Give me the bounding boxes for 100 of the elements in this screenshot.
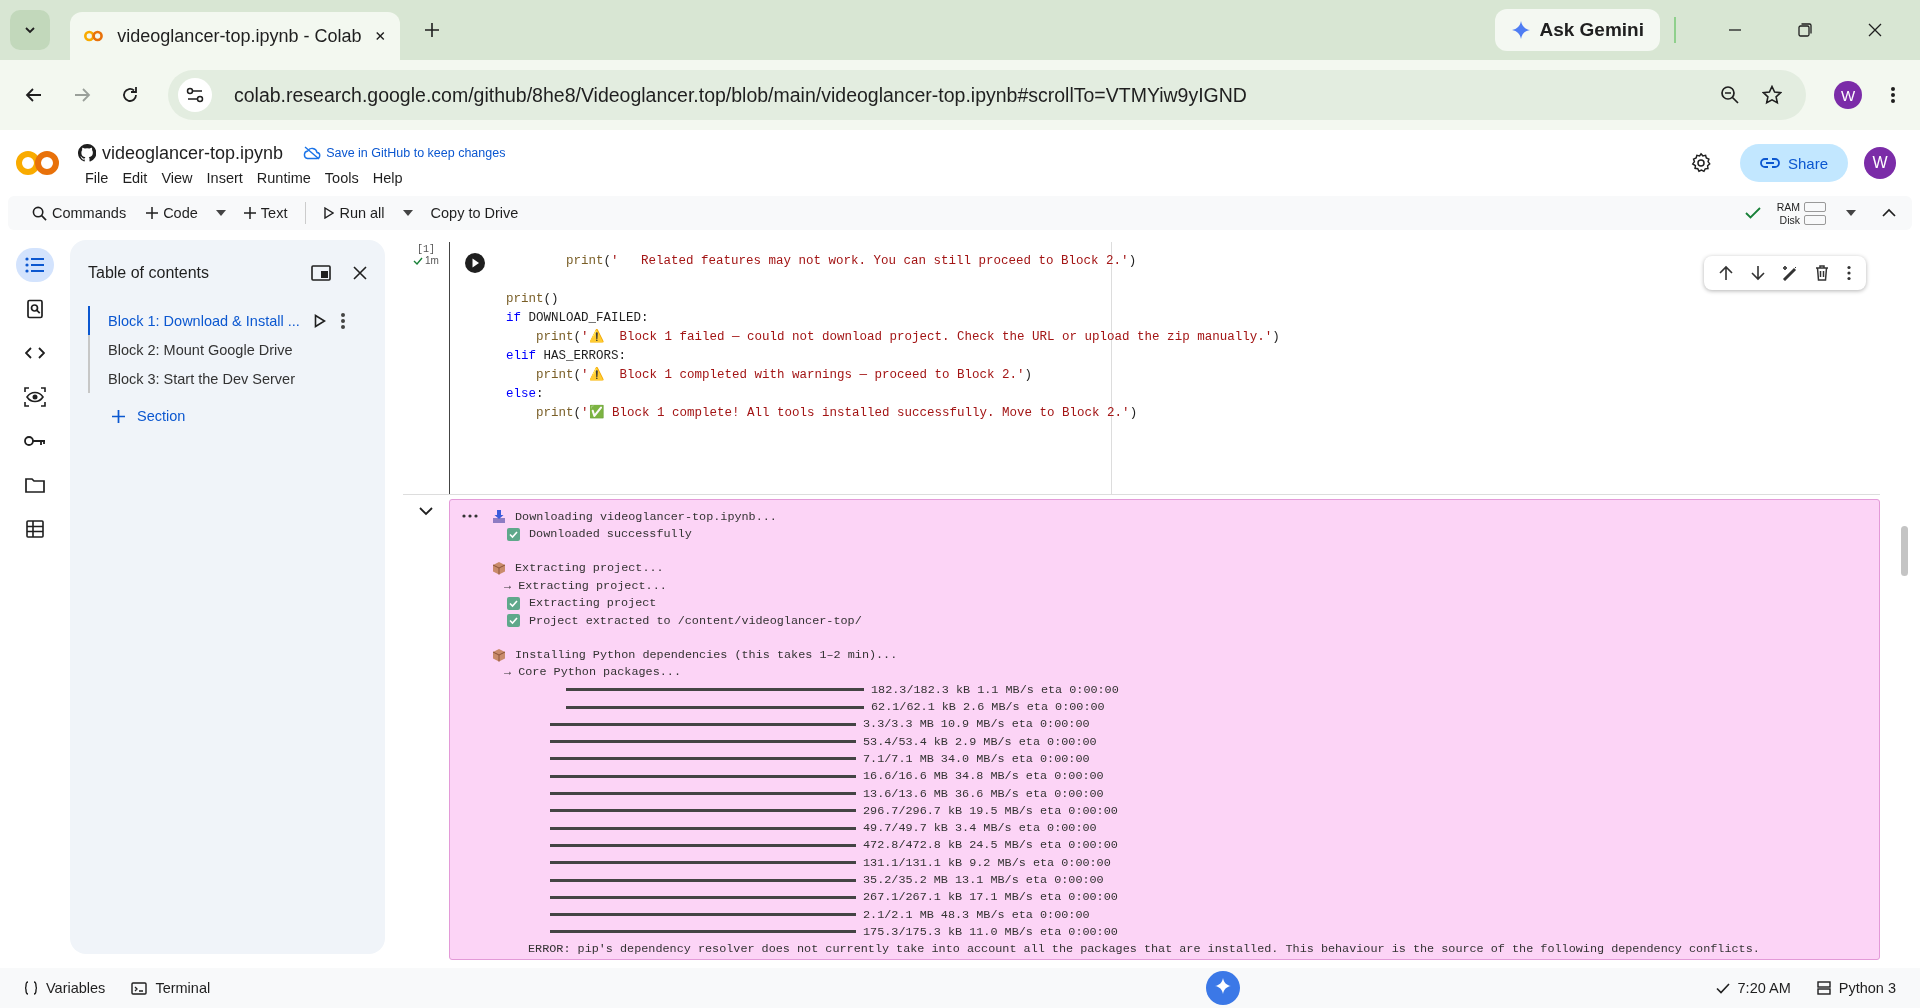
output-text: Extracting project: [529, 596, 657, 611]
terminal-button[interactable]: Terminal: [131, 980, 211, 996]
menu-item[interactable]: Insert: [199, 167, 250, 188]
address-bar[interactable]: colab.research.google.com/github/8he8/Videoglancer.top/blob/main/videoglancer-top.ipynb#scrollTo=VTMYiw9yIGND: [168, 70, 1806, 120]
more-icon[interactable]: [1846, 265, 1852, 281]
toc-item[interactable]: Block 1: Download & Install ...: [108, 312, 300, 329]
variables-button[interactable]: Variables: [24, 980, 106, 996]
run-cell-icon[interactable]: [464, 252, 486, 274]
save-in-github-link[interactable]: Save in GitHub to keep changes: [303, 146, 506, 160]
check-icon: [413, 256, 424, 265]
add-section-button[interactable]: Section: [106, 407, 192, 425]
output-text: Extracting project...: [515, 561, 664, 576]
package-icon: [492, 561, 506, 576]
output-text: 13.6/13.6 MB 36.6 MB/s eta 0:00:00: [863, 786, 1104, 801]
menu-item[interactable]: File: [78, 167, 116, 188]
output-text: 175.3/175.3 kB 11.0 MB/s eta 0:00:00: [863, 924, 1118, 939]
output-text: 267.1/267.1 kB 17.1 MB/s eta 0:00:00: [863, 890, 1118, 905]
toc-item[interactable]: Block 2: Mount Google Drive: [108, 341, 293, 358]
output-text: 131.1/131.1 kB 9.2 MB/s eta 0:00:00: [863, 855, 1111, 870]
reload-icon[interactable]: [120, 85, 140, 105]
close-icon[interactable]: [1868, 23, 1882, 37]
check-box-icon: [507, 596, 520, 610]
new-tab-icon[interactable]: [424, 22, 440, 38]
run-all-button[interactable]: Run all: [316, 201, 393, 225]
output-text: 35.2/35.2 MB 13.1 MB/s eta 0:00:00: [863, 873, 1104, 888]
gemini-button-icon[interactable]: [1205, 971, 1240, 1005]
check-icon: [1744, 207, 1761, 219]
cloud-off-icon: [303, 146, 322, 160]
add-code-button[interactable]: Code: [138, 201, 206, 225]
plus-icon: [112, 409, 125, 423]
disk-label: Disk: [1778, 213, 1800, 226]
play-icon: [324, 207, 335, 219]
move-up-icon[interactable]: [1718, 265, 1734, 281]
resource-meter[interactable]: RAM Disk: [1776, 200, 1826, 226]
code-line: print('⚠ Block 1 completed with warnings — proceed to Block 2.'): [536, 368, 1033, 382]
output-text: 472.8/472.8 kB 24.5 MB/s eta 0:00:00: [863, 838, 1118, 853]
output-text: 62.1/62.1 kB 2.6 MB/s eta 0:00:00: [871, 700, 1105, 715]
link-icon: [1759, 157, 1780, 169]
output-text: Project extracted to /content/videoglancer-top/: [529, 613, 862, 628]
open-in-tab-icon[interactable]: [311, 265, 331, 281]
copy-to-drive-button[interactable]: Copy to Drive: [422, 201, 527, 225]
magic-pencil-icon[interactable]: [1782, 265, 1798, 281]
caret-icon[interactable]: [1846, 210, 1856, 216]
check-icon: [1715, 982, 1730, 994]
profile-avatar[interactable]: W: [1834, 81, 1862, 109]
output-text: 2.1/2.1 MB 48.3 MB/s eta 0:00:00: [863, 907, 1090, 922]
more-icon[interactable]: [339, 311, 346, 330]
output-text: 49.7/49.7 kB 3.4 MB/s eta 0:00:00: [863, 821, 1097, 836]
caret-icon[interactable]: [402, 210, 413, 216]
menu-item[interactable]: Help: [365, 167, 410, 188]
code-line: print(' Related features may not work. You can still proceed to Block 2.'): [566, 254, 1137, 268]
add-text-button[interactable]: Text: [235, 201, 296, 225]
delete-icon[interactable]: [1814, 265, 1830, 281]
scrollbar-thumb[interactable]: [1901, 526, 1908, 576]
close-icon[interactable]: [353, 266, 367, 280]
runtime-button[interactable]: Python 3: [1816, 980, 1896, 996]
colab-logo-icon[interactable]: [16, 150, 60, 176]
output-menu-icon[interactable]: [462, 514, 478, 518]
check-box-icon: [507, 527, 520, 541]
output-text: → Core Python packages...: [504, 665, 681, 680]
collapse-icon[interactable]: [419, 507, 433, 516]
ask-gemini-button[interactable]: Ask Gemini: [1495, 9, 1660, 51]
table-of-contents-icon[interactable]: [16, 248, 54, 282]
plus-icon: [243, 207, 256, 219]
caret-icon[interactable]: [215, 210, 226, 216]
output-text: Downloading videoglancer-top.ipynb...: [515, 509, 777, 524]
braces-icon: [24, 981, 38, 995]
settings-icon[interactable]: [1689, 152, 1712, 174]
move-down-icon[interactable]: [1750, 265, 1766, 281]
output-text: Installing Python dependencies (this takes 1–2 min)...: [515, 648, 898, 663]
user-avatar[interactable]: W: [1864, 147, 1896, 179]
more-icon[interactable]: [1890, 85, 1896, 105]
play-icon[interactable]: [313, 313, 326, 328]
github-icon: [78, 144, 96, 162]
restore-icon[interactable]: [1798, 23, 1812, 37]
browser-tab[interactable]: videoglancer-top.ipynb - Colab: [70, 12, 400, 60]
code-line: else:: [506, 387, 544, 401]
plus-icon: [146, 207, 159, 219]
menu-item[interactable]: View: [154, 167, 200, 188]
zoom-icon[interactable]: [1720, 85, 1740, 105]
menu-item[interactable]: Edit: [115, 167, 155, 188]
code-line: if DOWNLOAD_FAILED:: [506, 311, 649, 325]
url-text: colab.research.google.com/github/8he8/Videoglancer.top/blob/main/videoglancer-top.ipynb#scrollTo=VTMYiw9yIGND: [234, 83, 1247, 107]
code-line: print('⚠ Block 1 failed — could not download project. Check the URL or upload the zip manually.'): [536, 330, 1280, 344]
output-text: ERROR: pip's dependency resolver does not currently take into account all the packages that are installed. This behaviour is the source of the following dependency conflicts.: [528, 942, 1760, 957]
tab-title: videoglancer-top.ipynb - Colab: [117, 25, 362, 47]
menu-item[interactable]: Tools: [317, 167, 366, 188]
bookmark-star-icon[interactable]: [1762, 85, 1782, 105]
output-text: → Extracting project...: [504, 578, 667, 593]
toc-item[interactable]: Block 3: Start the Dev Server: [108, 370, 295, 387]
commands-button[interactable]: Commands: [24, 201, 135, 225]
output-text: 53.4/53.4 kB 2.9 MB/s eta 0:00:00: [863, 734, 1097, 749]
site-settings-icon[interactable]: [178, 78, 212, 112]
share-button[interactable]: Share: [1739, 144, 1848, 182]
notebook-title[interactable]: videoglancer-top.ipynb: [102, 142, 284, 164]
close-icon[interactable]: [375, 30, 386, 42]
status-time[interactable]: 7:20 AM: [1715, 980, 1791, 996]
chevron-up-icon[interactable]: [1882, 208, 1896, 218]
ram-label: RAM: [1776, 200, 1800, 213]
menu-item[interactable]: Runtime: [249, 167, 318, 188]
